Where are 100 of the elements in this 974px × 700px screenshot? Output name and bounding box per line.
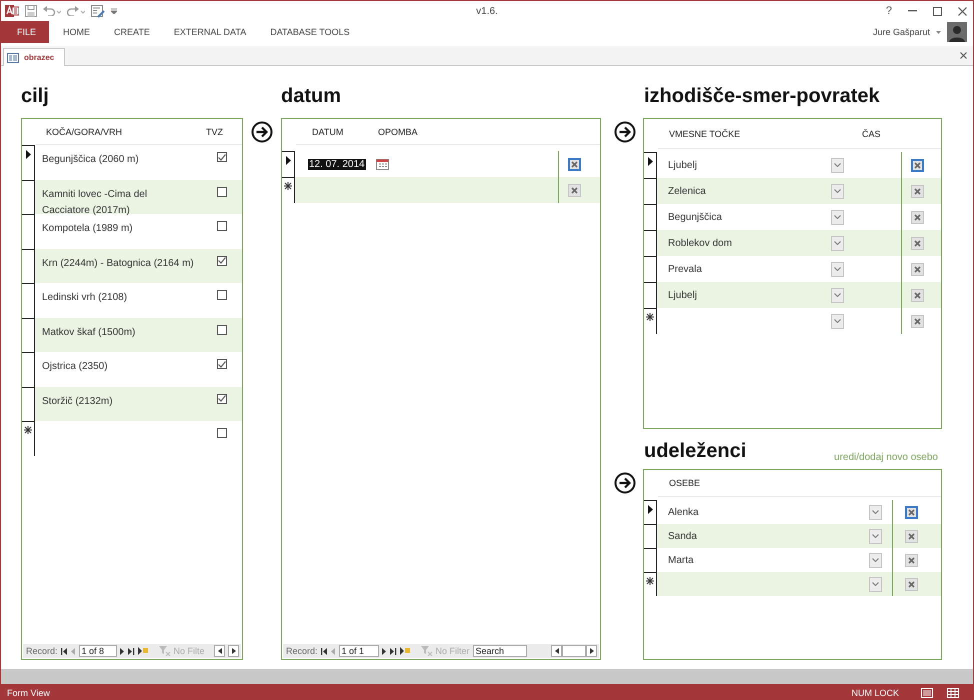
checkbox[interactable] (217, 428, 227, 438)
search-field[interactable]: Search (472, 645, 527, 657)
record-selector[interactable] (22, 214, 35, 248)
next-record-icon[interactable] (382, 648, 387, 654)
ribbon-tab[interactable]: HOME (51, 21, 102, 43)
dropdown-button[interactable] (831, 210, 844, 224)
checkbox[interactable] (217, 394, 227, 404)
record-selector[interactable] (282, 151, 295, 177)
file-tab[interactable]: FILE (1, 21, 50, 43)
record-selector[interactable] (22, 283, 35, 318)
next-record-icon[interactable] (120, 648, 125, 654)
record-selector[interactable] (644, 256, 657, 282)
current-record-icon (648, 505, 652, 514)
window-title: v1.6. (476, 6, 498, 16)
dropdown-button[interactable] (831, 314, 844, 328)
date-field[interactable]: 12. 07. 2014 (308, 158, 366, 170)
checkbox[interactable] (217, 359, 227, 369)
arrow-circle-icon[interactable] (614, 121, 636, 143)
app-icon[interactable] (5, 4, 19, 18)
last-record-icon[interactable] (128, 648, 135, 654)
dropdown-button[interactable] (831, 236, 844, 250)
record-number-field[interactable]: 1 of 1 (338, 645, 379, 657)
maximize-icon[interactable] (933, 6, 942, 16)
delete-button[interactable] (905, 578, 918, 590)
save-icon[interactable] (25, 5, 37, 17)
delete-button[interactable] (905, 506, 918, 518)
dropdown-button[interactable] (831, 158, 844, 172)
record-selector[interactable] (22, 145, 35, 180)
redo-icon[interactable] (67, 6, 85, 16)
delete-button[interactable] (905, 554, 918, 566)
chevron-down-icon (834, 267, 841, 271)
checkbox[interactable] (217, 186, 227, 196)
checkbox[interactable] (217, 221, 227, 231)
record-selector[interactable] (644, 548, 657, 572)
delete-button[interactable] (905, 530, 918, 542)
chevron-down-icon (834, 293, 841, 297)
close-icon (571, 160, 578, 168)
record-selector[interactable] (22, 352, 35, 386)
undo-icon[interactable] (43, 6, 61, 16)
scroll-left-button[interactable] (551, 645, 562, 657)
table-cell: Ledinski vrh (2108) (42, 292, 128, 303)
ribbon-tab[interactable]: CREATE (102, 21, 162, 43)
table-cell: Sanda (668, 530, 697, 542)
dropdown-button[interactable] (869, 528, 882, 544)
checkbox[interactable] (217, 256, 227, 266)
table-cell: Ljubelj (668, 160, 697, 170)
datasheet-view-icon[interactable] (947, 688, 959, 698)
first-record-icon[interactable] (320, 648, 328, 654)
checkbox[interactable] (217, 290, 227, 300)
caret-icon[interactable] (936, 30, 941, 34)
delete-button[interactable] (911, 314, 924, 328)
dropdown-button[interactable] (869, 576, 882, 592)
form-icon[interactable] (91, 4, 105, 18)
arrow-circle-icon[interactable] (251, 121, 273, 143)
scroll-left-button[interactable] (214, 645, 225, 657)
first-record-icon[interactable] (60, 648, 68, 654)
dropdown-button[interactable] (831, 288, 844, 302)
close-icon[interactable] (958, 6, 967, 16)
delete-button[interactable] (911, 288, 924, 302)
dropdown-button[interactable] (831, 262, 844, 276)
arrow-circle-icon[interactable] (614, 472, 636, 494)
last-record-icon[interactable] (390, 648, 397, 654)
delete-button[interactable] (911, 158, 924, 172)
close-icon (908, 556, 915, 564)
customize-caret-icon[interactable] (111, 8, 117, 14)
user-name[interactable]: Jure Gašparut (872, 27, 930, 37)
avatar-icon[interactable] (947, 22, 967, 42)
checkbox[interactable] (217, 324, 227, 334)
delete-button[interactable] (911, 210, 924, 224)
calendar-icon[interactable] (376, 158, 389, 170)
close-icon[interactable] (960, 52, 967, 59)
scroll-right-button[interactable] (228, 645, 239, 657)
close-icon (908, 532, 915, 540)
record-selector[interactable] (644, 308, 657, 334)
delete-button[interactable] (568, 184, 581, 196)
delete-button[interactable] (911, 184, 924, 198)
record-selector[interactable] (644, 500, 657, 524)
document-tab[interactable]: obrazec (3, 48, 66, 66)
table-cell: Kamniti lovec -Cima del Cacciatore (2017m) (42, 188, 148, 216)
minimize-icon[interactable] (908, 10, 917, 12)
form-view-icon[interactable] (921, 688, 933, 698)
close-icon (571, 186, 578, 194)
checkbox[interactable] (217, 152, 227, 162)
dropdown-button[interactable] (831, 184, 844, 198)
delete-button[interactable] (911, 262, 924, 276)
record-selector[interactable] (644, 204, 657, 230)
help-button[interactable]: ? (886, 5, 892, 17)
record-selector[interactable] (22, 421, 35, 456)
record-number-field[interactable]: 1 of 8 (78, 645, 117, 657)
record-selector[interactable] (644, 152, 657, 178)
delete-button[interactable] (911, 236, 924, 250)
dropdown-button[interactable] (869, 504, 882, 520)
ribbon-tab[interactable]: EXTERNAL DATA (162, 21, 258, 43)
scroll-right-button[interactable] (586, 645, 597, 657)
new-record-icon[interactable] (138, 647, 148, 655)
ribbon-tab[interactable]: DATABASE TOOLS (258, 21, 362, 43)
delete-button[interactable] (568, 158, 581, 170)
close-icon (914, 214, 921, 220)
new-record-icon[interactable] (400, 647, 410, 655)
dropdown-button[interactable] (869, 552, 882, 568)
